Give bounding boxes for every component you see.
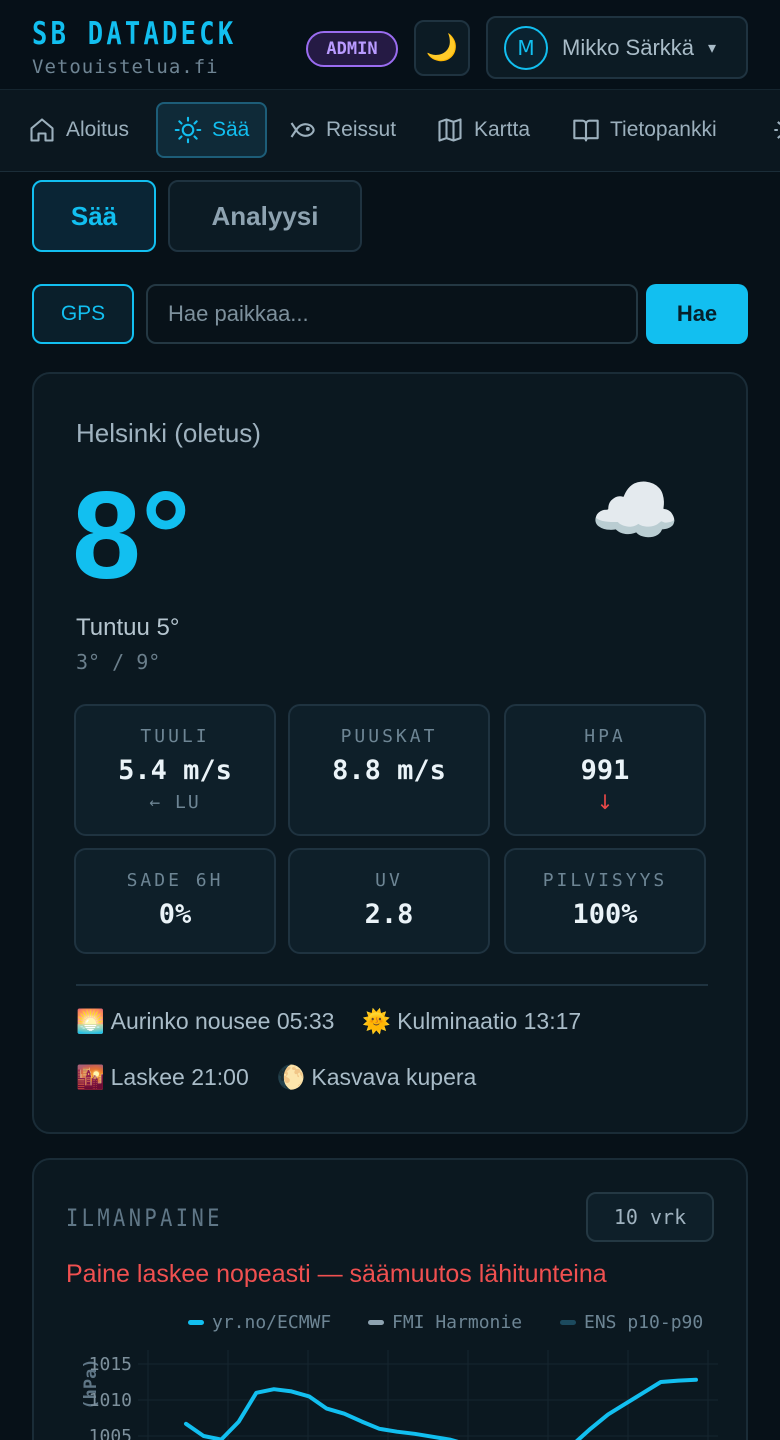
user-name: Mikko Särkkä: [562, 34, 695, 60]
tab-saa[interactable]: Sää: [32, 180, 156, 252]
stat-label: SADE 6H: [126, 870, 224, 891]
range-selector[interactable]: 10 vrk: [586, 1192, 714, 1242]
nav-item-kartta[interactable]: Kartta: [420, 102, 546, 158]
culmination-info: 🌞 Kulminaatio 13:17: [362, 1008, 581, 1035]
brand-title[interactable]: SB DATADECK: [32, 16, 236, 52]
temperature: 8°: [72, 467, 191, 605]
nav-item-label: Kartta: [474, 118, 531, 141]
tab-analyysi[interactable]: Analyysi: [168, 180, 362, 252]
stat-label: TUULI: [140, 726, 210, 747]
nav-item-label: Reissut: [326, 118, 397, 141]
stat-value: 2.8: [364, 899, 414, 930]
moon-info: 🌔 Kasvava kupera: [277, 1064, 477, 1091]
moon-phase-text: Kasvava kupera: [311, 1064, 477, 1090]
legend-label: yr.no/ECMWF: [212, 1312, 332, 1333]
nav-item-label: Aloitus: [66, 118, 130, 141]
brand-subtitle: Vetouistelua.fi: [32, 56, 219, 78]
stat-label: HPA: [584, 726, 626, 747]
series-line-ecmwf: [184, 1377, 698, 1440]
app-header: SB DATADECK Vetouistelua.fi ADMIN 🌙 M Mi…: [0, 0, 780, 90]
gps-button[interactable]: GPS: [32, 284, 134, 344]
pressure-chart: (hPa) 101510101005: [81, 1350, 718, 1440]
sunset-info: 🌇 Laskee 21:00: [76, 1064, 249, 1091]
stat-gusts: PUUSKAT 8.8 m/s: [288, 704, 490, 836]
theme-toggle-button[interactable]: 🌙: [414, 20, 470, 76]
arrow-down-icon: ↓: [596, 790, 614, 814]
sunset-text: Laskee 21:00: [110, 1064, 249, 1090]
legend-item-ecmwf[interactable]: yr.no/ECMWF: [188, 1312, 331, 1333]
nav-item-label: Sää: [212, 118, 250, 141]
pressure-title: ILMANPAINE: [66, 1204, 223, 1232]
wind-direction: ← LU: [149, 792, 201, 813]
weather-card: Helsinki (oletus) 8° ☁️ Tuntuu 5° 3° / 9…: [32, 372, 748, 1134]
home-icon: [30, 118, 54, 142]
pressure-card: ILMANPAINE 10 vrk Paine laskee nopeasti …: [32, 1158, 748, 1440]
settings-icon: [774, 121, 780, 139]
stat-pressure: HPA 991 ↓: [504, 704, 706, 836]
nav-item-aloitus[interactable]: Aloitus: [12, 102, 145, 158]
sun-icon: [174, 116, 202, 144]
legend-swatch: [188, 1320, 204, 1325]
y-ticks: 1015 1010 1005: [89, 1354, 132, 1440]
stat-label: PUUSKAT: [340, 726, 438, 747]
stat-wind: TUULI 5.4 m/s ← LU: [74, 704, 276, 836]
cloud-icon: ☁️: [590, 468, 680, 552]
avatar: M: [504, 25, 548, 70]
sun-info-row: 🌅 Aurinko nousee 05:33 🌞 Kulminaatio 13:17: [76, 1008, 581, 1035]
admin-badge: ADMIN: [306, 31, 398, 67]
sunrise-info: 🌅 Aurinko nousee 05:33: [76, 1008, 334, 1035]
main-nav: Aloitus Sää Reissut Kartta Tietopankki: [0, 90, 780, 172]
user-menu-button[interactable]: M Mikko Särkkä ▾: [486, 16, 748, 79]
legend-item-harmonie[interactable]: FMI Harmonie: [368, 1312, 522, 1333]
stat-value: 100%: [572, 899, 638, 930]
chart-grid: [138, 1350, 718, 1440]
legend-swatch: [368, 1320, 384, 1325]
legend-item-ens[interactable]: ENS p10-p90: [560, 1312, 703, 1333]
nav-item-saa[interactable]: Sää: [156, 102, 268, 158]
pressure-alert: Paine laskee nopeasti — säämuutos lähitu…: [66, 1260, 607, 1288]
search-button[interactable]: Hae: [646, 284, 748, 344]
y-tick-label: 1010: [89, 1390, 132, 1411]
divider: [76, 984, 708, 986]
moon-phase-icon: 🌔: [276, 1064, 306, 1090]
stat-value: 5.4 m/s: [118, 755, 232, 786]
stat-uv: UV 2.8: [288, 848, 490, 954]
book-icon: [573, 119, 599, 142]
nav-item-tietopankki[interactable]: Tietopankki: [556, 102, 733, 158]
legend-label: ENS p10-p90: [584, 1312, 704, 1333]
stat-value: 991: [580, 755, 630, 786]
sunset-icon: 🌇: [76, 1064, 105, 1090]
sun-face-icon: 🌞: [362, 1008, 392, 1034]
chevron-down-icon: ▾: [708, 38, 717, 57]
stat-cloudiness: PILVISYYS 100%: [504, 848, 706, 954]
sunrise-icon: 🌅: [76, 1008, 105, 1034]
nav-item-label: Tietopankki: [610, 118, 717, 141]
stat-value: 8.8 m/s: [332, 755, 446, 786]
culmination-text: Kulminaatio 13:17: [397, 1008, 582, 1034]
min-max-temperature: 3° / 9°: [76, 650, 161, 674]
feels-like: Tuntuu 5°: [76, 614, 180, 641]
stat-rain: SADE 6H 0%: [74, 848, 276, 954]
nav-item-more[interactable]: [756, 102, 780, 158]
stat-label: UV: [375, 870, 403, 891]
y-tick-label: 1005: [89, 1426, 132, 1440]
location-search-input[interactable]: [146, 284, 638, 344]
moon-icon: 🌙: [425, 33, 459, 63]
sunset-moon-row: 🌇 Laskee 21:00 🌔 Kasvava kupera: [76, 1064, 476, 1091]
fish-icon: [290, 122, 315, 138]
nav-item-reissut[interactable]: Reissut: [272, 102, 412, 158]
legend-swatch: [560, 1320, 576, 1325]
legend-label: FMI Harmonie: [392, 1312, 523, 1333]
stat-label: PILVISYYS: [542, 870, 668, 891]
y-tick-label: 1015: [89, 1354, 132, 1375]
location-name: Helsinki (oletus): [76, 418, 261, 448]
stat-value: 0%: [158, 899, 192, 930]
sunrise-text: Aurinko nousee 05:33: [110, 1008, 335, 1034]
map-icon: [438, 118, 462, 142]
